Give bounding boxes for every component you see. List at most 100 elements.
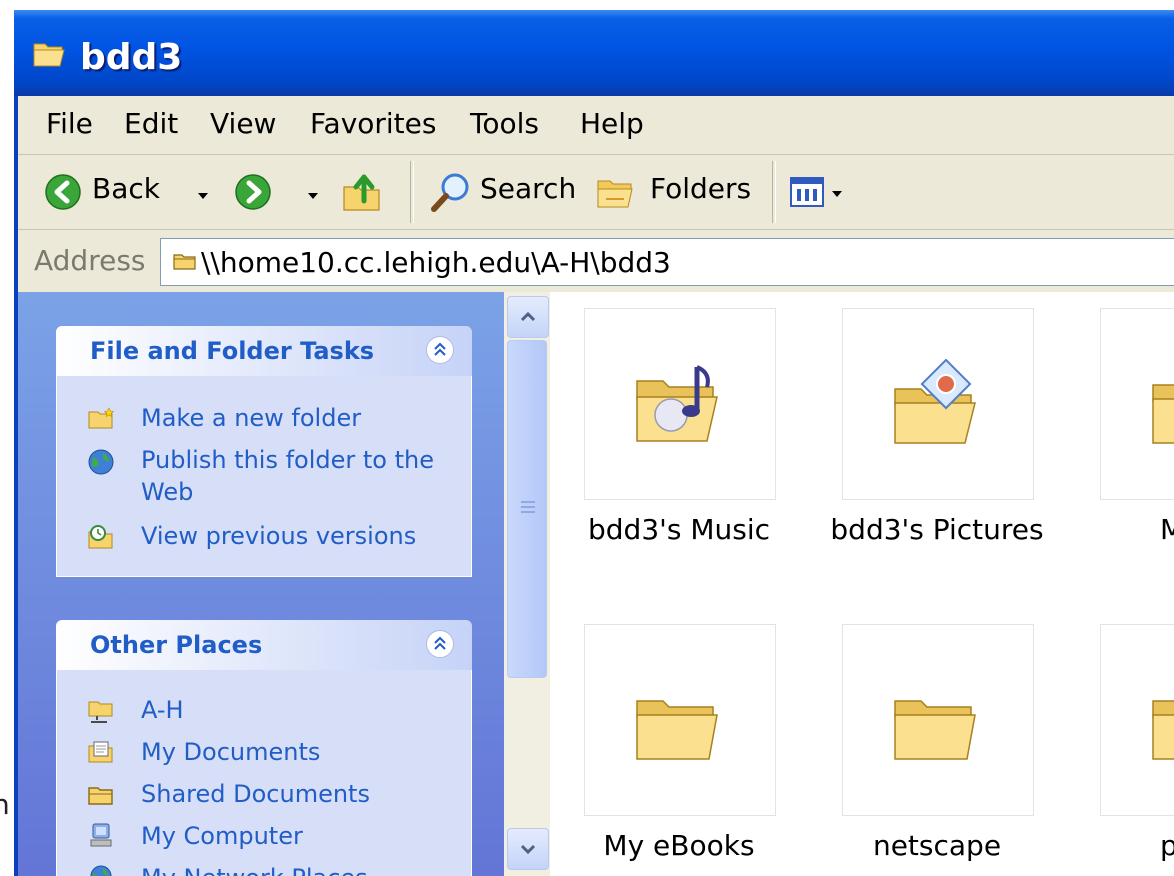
other-places-panel: Other Places A-H My Documents Shared Doc…: [56, 620, 472, 876]
folder-icon: [1152, 384, 1174, 444]
menu-edit[interactable]: Edit: [124, 110, 178, 138]
chevron-down-icon: [520, 844, 536, 855]
pictures-folder-icon: [894, 359, 976, 444]
place-label: Shared Documents: [141, 780, 370, 808]
place-my-documents[interactable]: My Documents: [57, 736, 471, 770]
file-folder-tasks-panel: File and Folder Tasks Make a new folder: [56, 326, 472, 577]
file-name[interactable]: My eBooks: [550, 829, 808, 862]
search-label: Search: [480, 172, 577, 205]
panel-title: File and Folder Tasks: [90, 337, 375, 365]
place-label: My Network Places: [141, 862, 368, 876]
file-tile[interactable]: [584, 308, 776, 500]
back-label: Back: [92, 172, 160, 205]
desktop-text-fragment: n: [0, 788, 10, 821]
folder-icon: [894, 700, 976, 760]
panel-body: Make a new folder Publish this folder to…: [56, 376, 472, 577]
file-tile[interactable]: [842, 624, 1034, 816]
address-value: \\home10.cc.lehigh.edu\A-H\bdd3: [201, 246, 671, 279]
folder-icon: [1152, 700, 1174, 760]
folders-icon: [597, 180, 633, 208]
folders-label: Folders: [650, 172, 752, 205]
search-button[interactable]: Search: [428, 169, 578, 215]
chevron-up-icon: [434, 342, 446, 356]
network-folder-icon: [88, 701, 113, 723]
file-name[interactable]: netscape: [808, 829, 1066, 862]
file-name[interactable]: bdd3's Pictures: [808, 513, 1066, 546]
collapse-button[interactable]: [426, 336, 454, 364]
toolbar-separator: [410, 161, 414, 223]
file-name[interactable]: M: [1160, 513, 1174, 546]
search-icon: [431, 173, 469, 212]
menu-tools[interactable]: Tools: [470, 110, 539, 138]
previous-versions-icon: [88, 525, 113, 549]
file-name[interactable]: p: [1160, 829, 1174, 862]
place-label: A-H: [141, 696, 184, 724]
up-folder-icon[interactable]: [340, 169, 386, 215]
views-icon[interactable]: [790, 177, 824, 207]
back-history-dropdown[interactable]: [198, 193, 208, 199]
folder-icon: [636, 700, 718, 760]
thumb-grip: [521, 501, 535, 503]
forward-history-dropdown[interactable]: [308, 193, 318, 199]
network-places-icon: [90, 865, 112, 876]
vertical-scrollbar[interactable]: [504, 292, 550, 876]
views-dropdown[interactable]: [832, 191, 842, 197]
task-pane: File and Folder Tasks Make a new folder: [18, 292, 504, 876]
new-folder-icon: [88, 407, 115, 429]
task-label: Publish this folder to the Web: [141, 446, 435, 507]
menu-favorites[interactable]: Favorites: [310, 110, 436, 138]
place-label: My Computer: [141, 822, 303, 850]
my-documents-icon: [88, 741, 113, 763]
place-my-computer[interactable]: My Computer: [57, 820, 471, 854]
scroll-up-button[interactable]: [507, 296, 549, 338]
toolbar-separator: [772, 161, 776, 223]
folder-icon: [33, 43, 65, 67]
thumb-grip: [521, 506, 535, 508]
standard-toolbar: Back Search Folders: [18, 155, 1174, 230]
menu-file[interactable]: File: [46, 110, 93, 138]
file-tile[interactable]: [1100, 624, 1174, 816]
menu-help[interactable]: Help: [580, 110, 644, 138]
panel-body: A-H My Documents Shared Documents My Com…: [56, 670, 472, 876]
task-make-new-folder[interactable]: Make a new folder: [57, 402, 471, 436]
task-label: View previous versions: [141, 522, 417, 550]
menu-bar: File Edit View Favorites Tools Help: [18, 96, 1174, 155]
place-a-h[interactable]: A-H: [57, 694, 471, 728]
address-bar: Address \\home10.cc.lehigh.edu\A-H\bdd3: [18, 230, 1174, 292]
shared-folder-icon: [88, 787, 113, 805]
collapse-button[interactable]: [426, 630, 454, 658]
folder-icon: [173, 254, 196, 270]
my-computer-icon: [90, 823, 112, 847]
chevron-up-icon: [434, 636, 446, 650]
file-tile[interactable]: [1100, 308, 1174, 500]
task-view-previous-versions[interactable]: View previous versions: [57, 520, 471, 554]
desktop-background: n: [0, 0, 14, 876]
scroll-thumb[interactable]: [507, 340, 547, 678]
globe-icon: [88, 449, 114, 475]
back-button[interactable]: Back: [38, 169, 198, 215]
menu-view[interactable]: View: [210, 110, 276, 138]
music-folder-icon: [636, 365, 718, 442]
file-tile[interactable]: [842, 308, 1034, 500]
forward-arrow-icon[interactable]: [234, 173, 272, 211]
task-publish-to-web[interactable]: Publish this folder to the Web: [57, 444, 471, 512]
window-title: bdd3: [80, 37, 183, 78]
panel-header[interactable]: Other Places: [56, 620, 472, 670]
folders-button[interactable]: Folders: [594, 169, 760, 215]
scroll-down-button[interactable]: [507, 828, 549, 870]
task-label: Make a new folder: [141, 404, 362, 432]
file-tile[interactable]: [584, 624, 776, 816]
place-label: My Documents: [141, 738, 321, 766]
file-view: bdd3's Music bdd3's Pictures M My eBooks…: [550, 292, 1174, 876]
explorer-window: bdd3 File Edit View Favorites Tools Help…: [14, 10, 1174, 876]
panel-title: Other Places: [90, 631, 263, 659]
panel-header[interactable]: File and Folder Tasks: [56, 326, 472, 376]
place-shared-documents[interactable]: Shared Documents: [57, 778, 471, 812]
chevron-up-icon: [520, 311, 536, 322]
title-bar[interactable]: bdd3: [14, 10, 1174, 96]
address-label: Address: [34, 244, 146, 277]
file-name[interactable]: bdd3's Music: [550, 513, 808, 546]
address-field[interactable]: \\home10.cc.lehigh.edu\A-H\bdd3: [160, 238, 1174, 286]
back-arrow-icon: [45, 174, 81, 210]
place-my-network-places[interactable]: My Network Places: [57, 862, 471, 876]
